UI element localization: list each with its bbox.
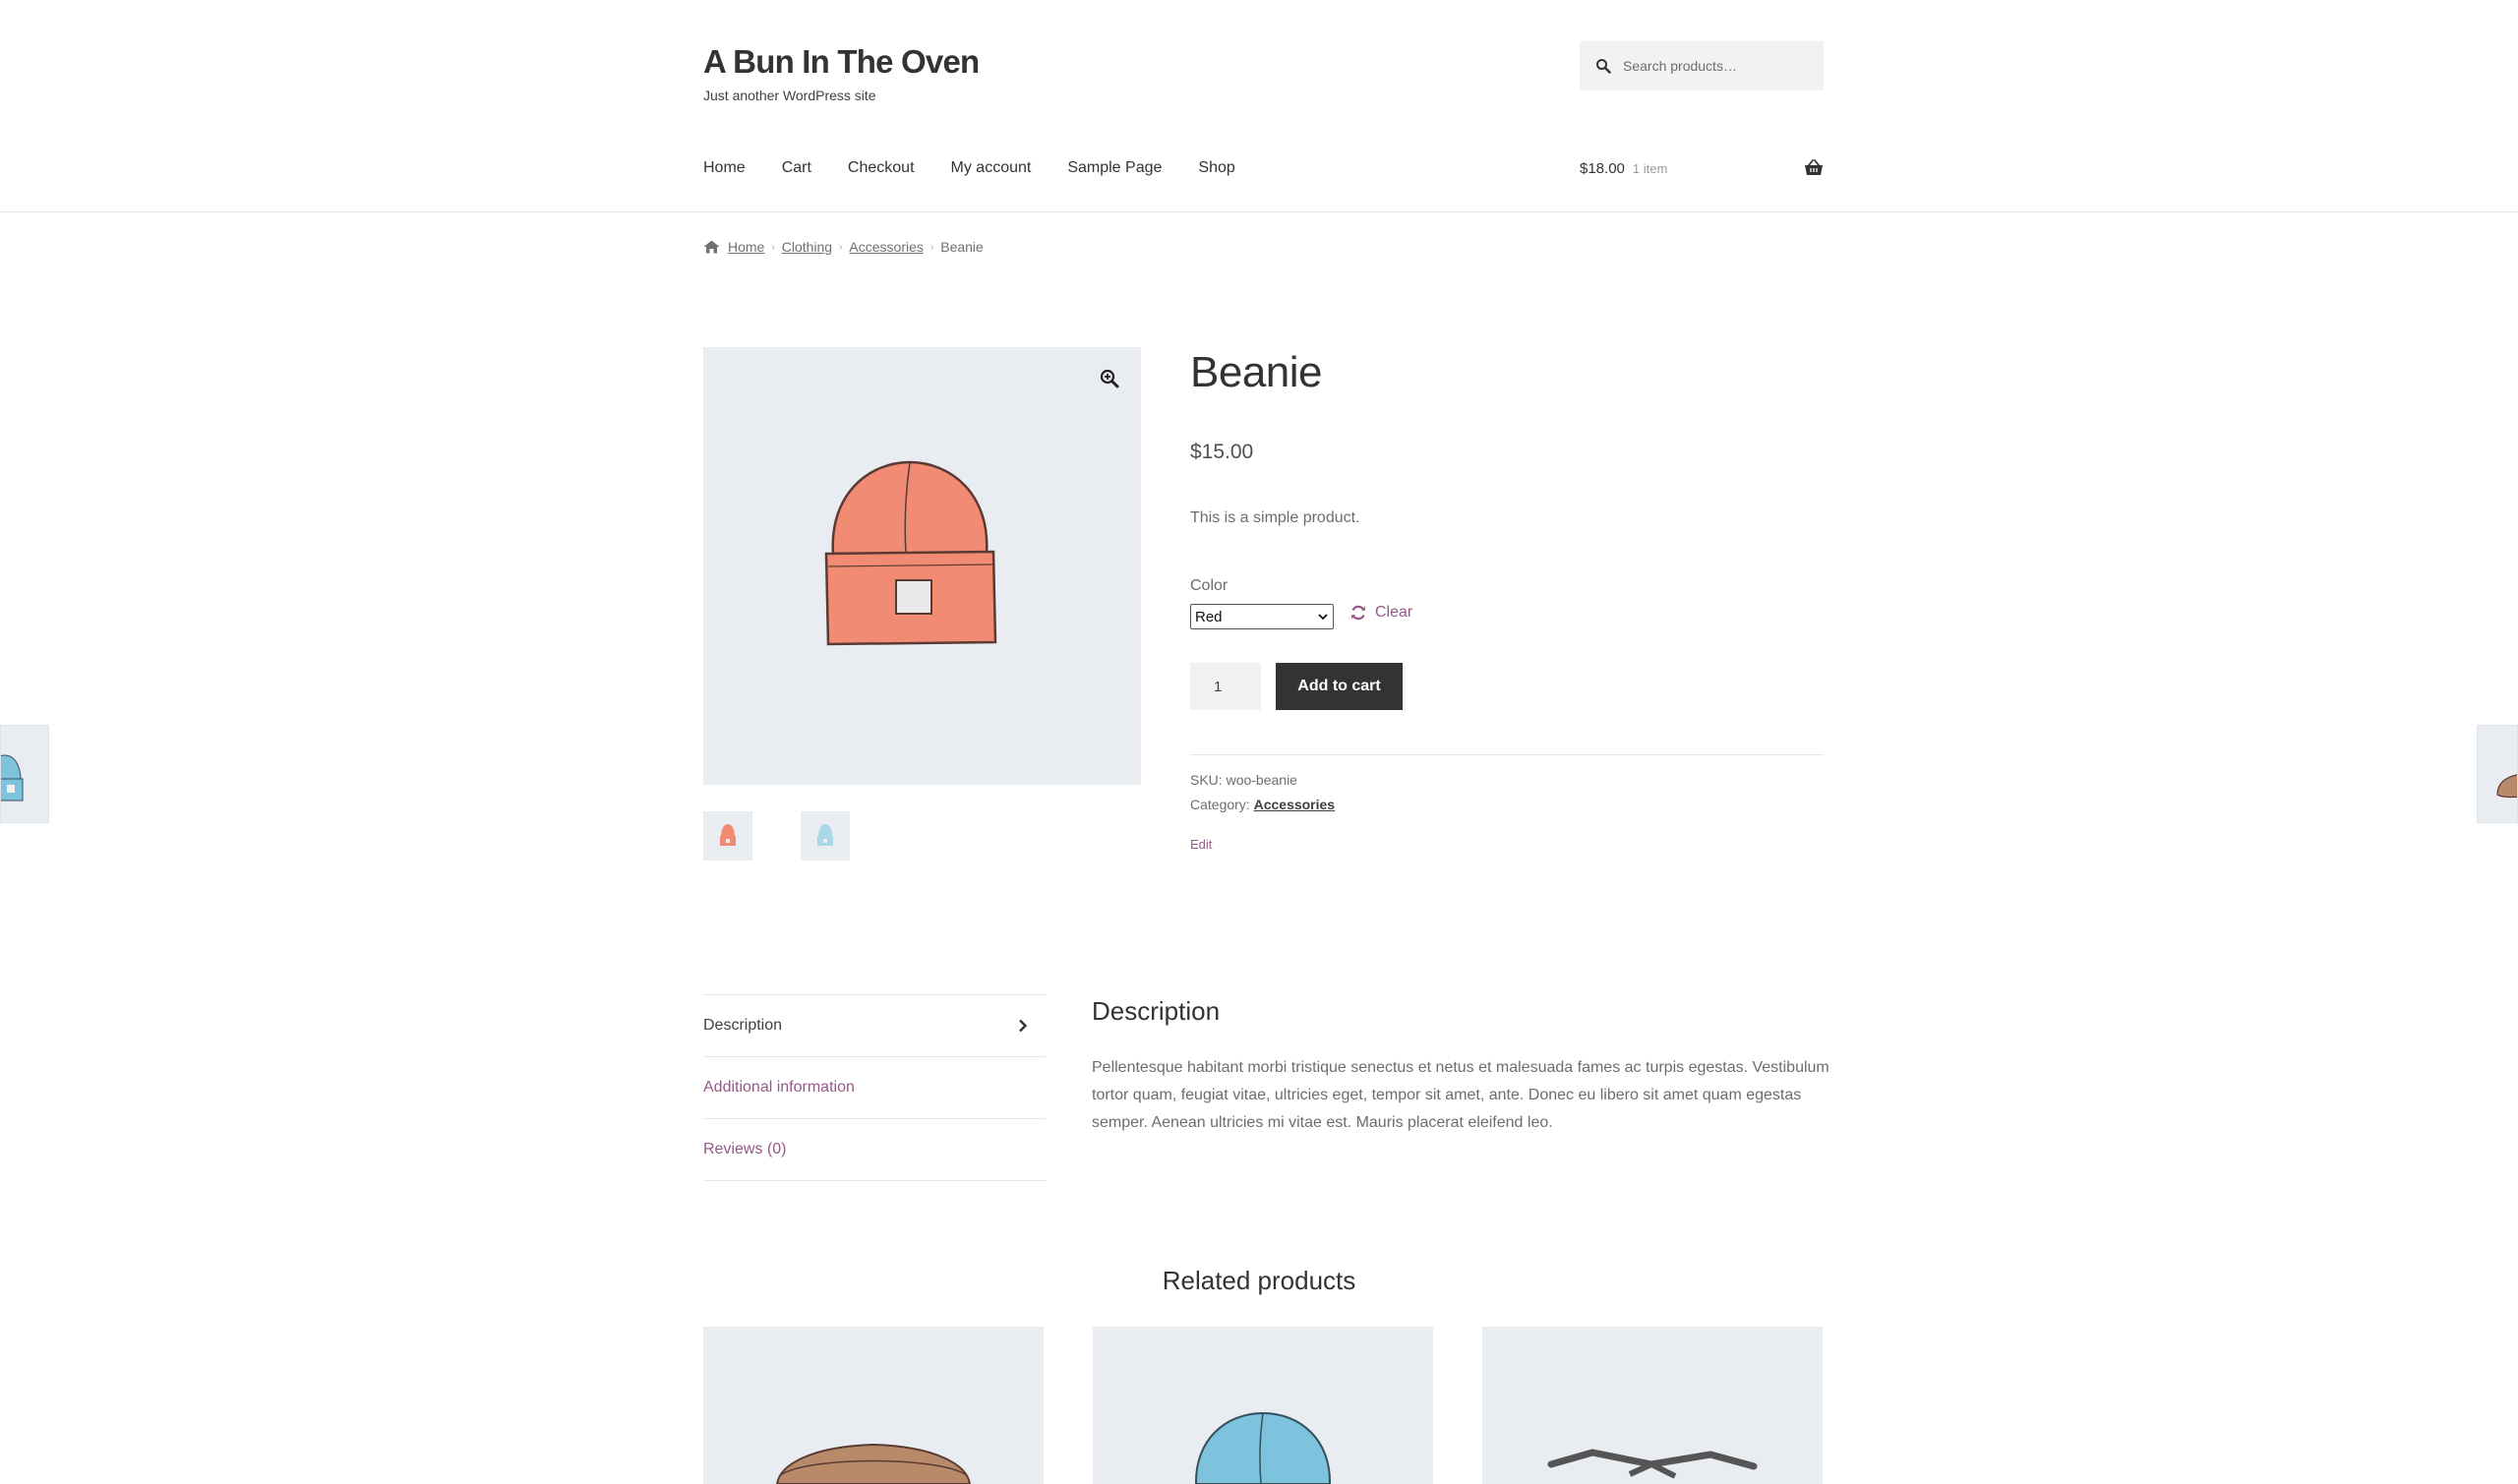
site-tagline: Just another WordPress site: [703, 88, 876, 103]
sunglasses-illustration: [1547, 1449, 1758, 1479]
nav-item-home[interactable]: Home: [703, 159, 746, 177]
related-products-heading: Related products: [1162, 1266, 1356, 1295]
breadcrumb-home[interactable]: Home: [728, 239, 764, 255]
product-price: $15.00: [1190, 441, 1254, 463]
tab-additional-information[interactable]: Additional information: [703, 1057, 1046, 1119]
blue-beanie-illustration: [1194, 1411, 1332, 1484]
product-short-description: This is a simple product.: [1190, 509, 1360, 526]
gallery-thumbnail-blue[interactable]: [801, 811, 850, 861]
related-product-sunglasses[interactable]: [1482, 1327, 1823, 1484]
nav-item-sample-page[interactable]: Sample Page: [1067, 159, 1162, 177]
mini-cart[interactable]: $18.00 1 item: [1580, 159, 1824, 177]
tab-reviews[interactable]: Reviews (0): [703, 1119, 1046, 1181]
cart-count: 1 item: [1632, 160, 1668, 176]
next-product-preview[interactable]: [2477, 725, 2518, 823]
add-to-cart-button[interactable]: Add to cart: [1276, 663, 1403, 710]
description-heading: Description: [1092, 996, 1221, 1026]
nav-item-shop[interactable]: Shop: [1198, 159, 1234, 177]
primary-navigation: Home Cart Checkout My account Sample Pag…: [703, 159, 1272, 177]
category-link[interactable]: Accessories: [1254, 797, 1336, 812]
sku-value: woo-beanie: [1226, 772, 1297, 788]
sku-label: SKU:: [1190, 772, 1223, 788]
clear-selection-link[interactable]: Clear: [1349, 604, 1412, 622]
zoom-icon[interactable]: [1100, 369, 1119, 388]
color-label: Color: [1190, 577, 1229, 594]
description-body: Pellentesque habitant morbi tristique se…: [1092, 1059, 1829, 1131]
gallery-thumbnail-red[interactable]: [703, 811, 752, 861]
tab-label: Additional information: [703, 1079, 855, 1096]
site-title[interactable]: A Bun In The Oven: [703, 43, 980, 81]
header-divider: [0, 211, 2518, 212]
color-select-value: Red: [1195, 608, 1223, 625]
product-main-image[interactable]: [703, 347, 1141, 785]
clear-label: Clear: [1375, 604, 1413, 621]
product-sku: SKU: woo-beanie: [1190, 772, 1297, 788]
nav-item-cart[interactable]: Cart: [782, 159, 811, 177]
refresh-icon: [1351, 605, 1365, 621]
breadcrumb-accessories[interactable]: Accessories: [849, 239, 923, 255]
product-title: Beanie: [1190, 348, 1323, 396]
quantity-input[interactable]: 1: [1190, 663, 1261, 710]
nav-item-checkout[interactable]: Checkout: [848, 159, 915, 177]
color-select[interactable]: Red: [1190, 604, 1334, 629]
breadcrumb-separator: ›: [839, 241, 843, 253]
edit-link[interactable]: Edit: [1190, 837, 1212, 852]
cart-amount: $18.00: [1580, 159, 1625, 177]
nav-item-my-account[interactable]: My account: [951, 159, 1032, 177]
previous-product-preview[interactable]: [0, 725, 49, 823]
product-category: Category: Accessories: [1190, 797, 1335, 812]
search-placeholder: Search products…: [1623, 58, 1737, 74]
breadcrumb-separator: ›: [929, 241, 934, 253]
category-label: Category:: [1190, 797, 1250, 812]
home-icon: [703, 240, 720, 254]
beanie-illustration: [824, 460, 997, 646]
basket-icon[interactable]: [1804, 159, 1824, 177]
product-meta-divider: [1190, 754, 1824, 755]
search-icon: [1596, 59, 1611, 74]
related-product-beanie-blue[interactable]: [1093, 1327, 1433, 1484]
product-tabs: Description Additional information Revie…: [703, 994, 1046, 1181]
breadcrumb-current: Beanie: [940, 239, 984, 255]
belt-thumb: [2496, 774, 2517, 799]
breadcrumb-separator: ›: [771, 241, 775, 253]
chevron-right-icon: [1019, 1019, 1028, 1033]
breadcrumb: Home › Clothing › Accessories › Beanie: [703, 239, 984, 255]
belt-illustration: [775, 1443, 972, 1484]
tab-label: Description: [703, 1017, 783, 1034]
related-product-belt[interactable]: [703, 1327, 1044, 1484]
tab-label: Reviews (0): [703, 1141, 787, 1158]
blue-beanie-thumb: [1, 754, 24, 801]
breadcrumb-clothing[interactable]: Clothing: [782, 239, 832, 255]
chevron-down-icon: [1318, 614, 1328, 621]
search-input[interactable]: Search products…: [1580, 41, 1824, 90]
tab-description[interactable]: Description: [703, 995, 1046, 1057]
